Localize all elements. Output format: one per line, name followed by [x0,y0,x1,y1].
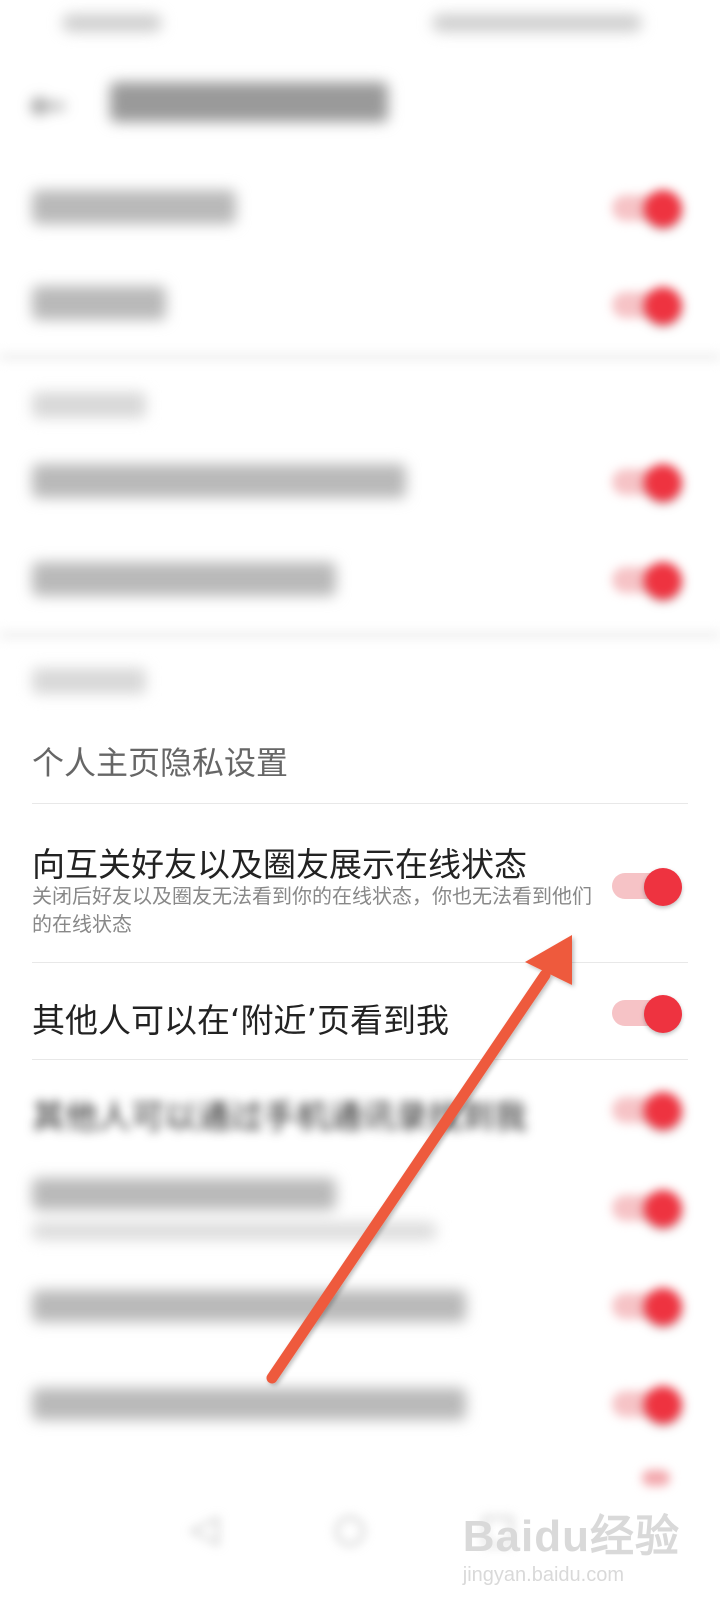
setting-row-label [32,1388,466,1420]
toggle-knob [644,464,682,502]
toggle-knob [644,190,682,228]
setting-toggle[interactable] [612,1092,682,1130]
setting-toggle[interactable] [612,562,682,600]
setting-row-label [32,1178,336,1210]
row-divider [32,962,688,963]
section-label-blur [32,668,146,694]
setting-row-description [32,1222,436,1240]
toggle-knob [644,1190,682,1228]
setting-row-label [32,190,236,224]
online-status-label: 向互关好友以及圈友展示在线状态 [32,845,527,884]
toggle-knob [644,1092,682,1130]
page-header: ← [0,60,720,150]
home-circle-icon[interactable]: ○ [330,1508,370,1548]
page-title-blur [110,82,388,122]
profile-privacy-heading[interactable]: 个人主页隐私设置 [32,738,288,784]
toggle-knob [644,995,682,1033]
section-label-blur [32,392,146,418]
toggle-knob [644,287,682,325]
setting-toggle[interactable] [612,287,682,325]
toggle-knob [644,1386,682,1424]
contacts-find-me-label: 其他人可以通过手机通讯录找到我 [32,1097,527,1136]
row-divider [32,1059,688,1060]
nearby-visible-toggle[interactable] [612,995,682,1033]
setting-row-label [32,562,336,596]
setting-row-label [32,286,166,320]
setting-toggle[interactable] [612,1190,682,1228]
section-divider [0,352,720,362]
setting-row-label [32,464,406,498]
online-status-description: 关闭后好友以及圈友无法看到你的在线状态，你也无法看到他们的在线状态 [32,884,592,936]
watermark-sub: jingyan.baidu.com [462,1564,624,1586]
setting-toggle[interactable] [612,464,682,502]
toggle-knob [644,868,682,906]
back-triangle-icon[interactable]: ◁ [184,1508,224,1548]
partial-toggle [642,1470,670,1486]
row-divider [32,803,688,804]
section-divider [0,630,720,640]
battery-icon [432,14,642,32]
watermark-main: Baidu经验 [462,1512,680,1561]
setting-toggle[interactable] [612,1288,682,1326]
annotation-arrow-icon [266,935,572,1384]
setting-row-label [32,1290,466,1322]
nearby-visible-label: 其他人可以在‘附近’页看到我 [32,1001,449,1040]
online-status-toggle[interactable] [612,868,682,906]
toggle-knob [644,562,682,600]
baidu-watermark: Baidu经验 jingyan.baidu.com [463,1500,680,1587]
back-arrow-icon[interactable]: ← [30,80,67,131]
toggle-knob [644,1288,682,1326]
signal-icon [62,14,162,32]
setting-toggle[interactable] [612,1386,682,1424]
status-bar [0,0,720,50]
setting-toggle[interactable] [612,190,682,228]
